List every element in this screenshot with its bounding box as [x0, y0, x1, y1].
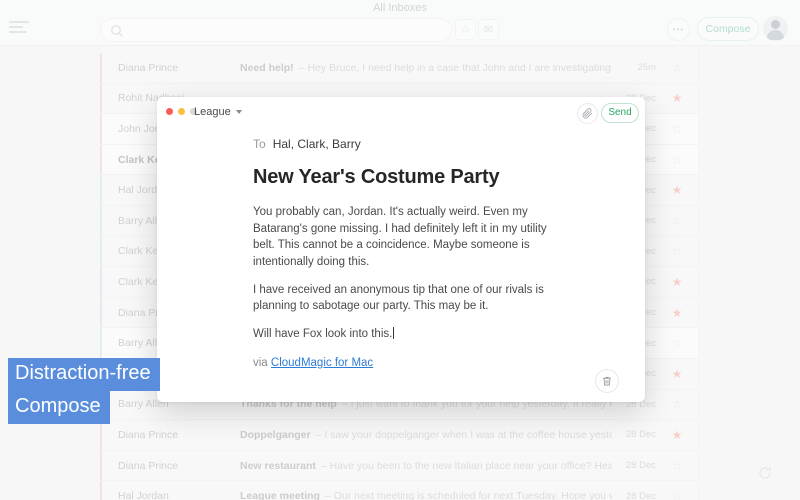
compose-body-area: To Hal, Clark, Barry New Year's Costume P…: [253, 137, 565, 369]
recipients: Hal, Clark, Barry: [272, 137, 361, 151]
compose-window: League Send To Hal, Clark, Barry New Year…: [157, 97, 645, 402]
trash-icon: [603, 376, 611, 386]
window-controls: [166, 108, 197, 115]
to-field[interactable]: To Hal, Clark, Barry: [253, 137, 565, 151]
callout-line-2: Compose: [8, 391, 110, 424]
chevron-down-icon: [235, 110, 242, 114]
text-cursor: [393, 327, 395, 340]
attach-button[interactable]: [577, 103, 598, 124]
body-paragraph-2[interactable]: I have received an anonymous tip that on…: [253, 282, 565, 315]
feature-callout: Distraction-free Compose: [8, 358, 160, 424]
discard-draft-button[interactable]: [595, 369, 619, 393]
app-window: All Inboxes ☆ ✉ ••• Compose Diana Prince: [0, 0, 800, 500]
close-window-icon[interactable]: [166, 108, 173, 115]
account-selector[interactable]: League: [194, 106, 242, 118]
signature-link[interactable]: CloudMagic for Mac: [271, 357, 373, 369]
body-paragraph-3[interactable]: Will have Fox look into this.: [253, 326, 565, 343]
subject-field[interactable]: New Year's Costume Party: [253, 166, 565, 189]
body-paragraph-1[interactable]: You probably can, Jordan. It's actually …: [253, 204, 565, 271]
minimize-window-icon[interactable]: [178, 108, 185, 115]
to-label: To: [253, 137, 266, 151]
paperclip-icon: [582, 108, 593, 119]
signature: via CloudMagic for Mac: [253, 356, 374, 369]
send-button[interactable]: Send: [601, 103, 639, 123]
callout-line-1: Distraction-free: [8, 358, 160, 391]
